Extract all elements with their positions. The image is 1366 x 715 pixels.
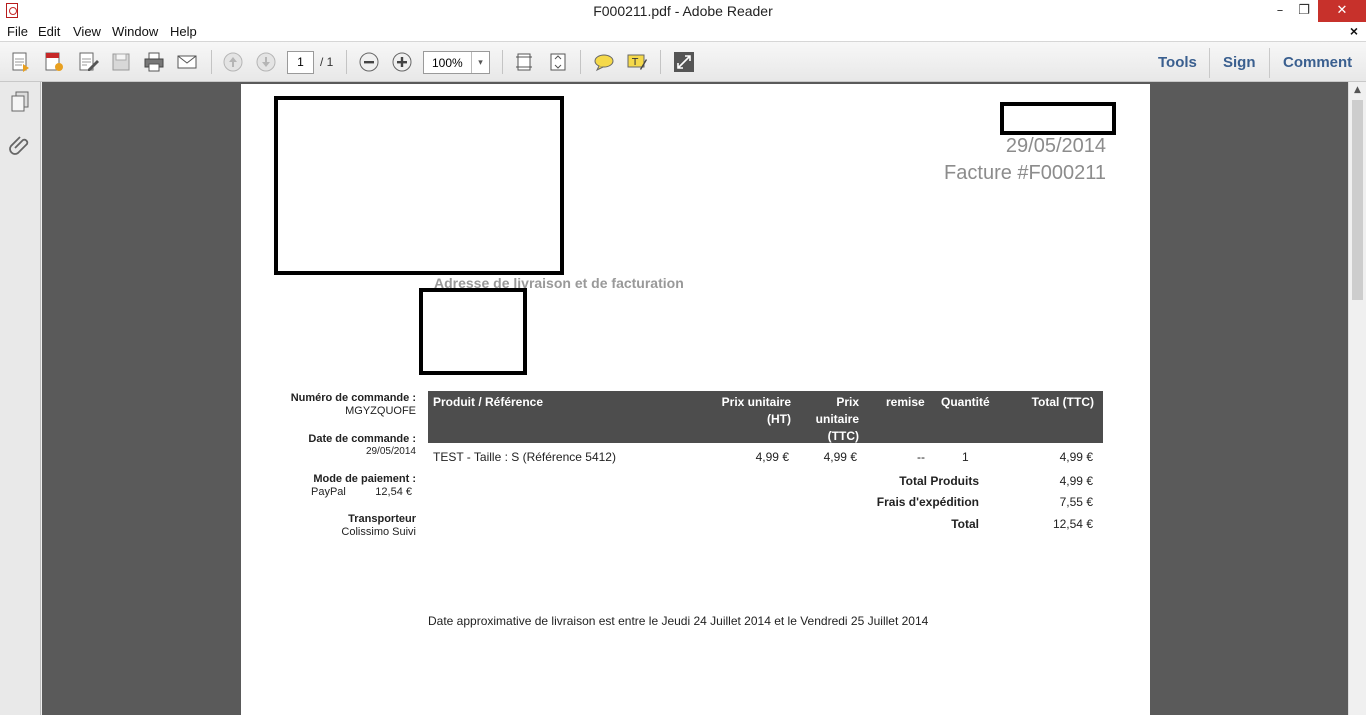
order-number-value: MGYZQUOFE	[345, 405, 416, 417]
zoom-value: 100%	[432, 56, 463, 70]
save-icon[interactable]	[109, 50, 133, 74]
scrolling-mode-icon[interactable]	[512, 50, 536, 74]
menu-help[interactable]: Help	[170, 24, 197, 39]
shipping-value: 7,55 €	[1059, 495, 1093, 509]
invoice-date: 29/05/2014	[1005, 135, 1106, 157]
row-unit-price-ttc: 4,99 €	[823, 450, 857, 464]
comment-icon[interactable]	[592, 50, 616, 74]
close-document-button[interactable]: ×	[1350, 23, 1358, 39]
fit-page-icon[interactable]	[546, 50, 570, 74]
header-unit-price-ht: Prix unitaire (HT)	[722, 394, 791, 428]
vertical-scrollbar[interactable]: ▲	[1348, 82, 1366, 715]
toolbar-separator	[211, 50, 212, 74]
window-title: F000211.pdf - Adobe Reader	[593, 3, 773, 19]
zoom-in-icon[interactable]	[390, 50, 414, 74]
order-number-label: Numéro de commande :	[290, 392, 416, 404]
order-date-block: Date de commande : 29/05/2014	[271, 433, 416, 457]
previous-page-icon[interactable]	[221, 50, 245, 74]
tools-link[interactable]: Tools	[1158, 54, 1197, 71]
carrier-value: Colissimo Suivi	[341, 526, 416, 538]
close-button[interactable]: ✕	[1318, 0, 1366, 22]
grand-total-label: Total	[951, 517, 979, 531]
redacted-header-field	[1000, 102, 1116, 135]
invoice-number: Facture #F000211	[944, 162, 1106, 184]
comment-link[interactable]: Comment	[1283, 54, 1352, 71]
page-thumbnails-icon[interactable]	[8, 90, 32, 114]
menu-file[interactable]: File	[7, 24, 28, 39]
open-file-icon[interactable]	[9, 50, 33, 74]
sign-link[interactable]: Sign	[1223, 54, 1256, 71]
toolbar-separator	[1269, 48, 1270, 78]
menu-view[interactable]: View	[73, 24, 101, 39]
menu-bar: File Edit View Window Help ×	[0, 22, 1366, 42]
zoom-select[interactable]: 100% ▾	[423, 51, 490, 74]
full-screen-icon[interactable]	[672, 50, 696, 74]
attachments-icon[interactable]	[8, 132, 32, 156]
header-unit-price-ht-line1: Prix unitaire	[721, 395, 791, 409]
payment-amount: 12,54 €	[375, 486, 412, 498]
delivery-note: Date approximative de livraison est entr…	[428, 614, 929, 628]
order-number-block: Numéro de commande : MGYZQUOFE	[271, 392, 416, 417]
row-discount: --	[917, 450, 925, 464]
header-unit-price-ttc: Prix unitaire (TTC)	[816, 394, 859, 445]
payment-label: Mode de paiement :	[313, 473, 416, 485]
pdf-page: 29/05/2014 Facture #F000211 Adresse de l…	[241, 84, 1150, 715]
zoom-out-icon[interactable]	[357, 50, 381, 74]
toolbar-separator	[1209, 48, 1210, 78]
header-product: Produit / Référence	[433, 395, 544, 409]
payment-method: PayPal	[311, 486, 346, 498]
header-unit-price-ttc-line2: unitaire	[815, 412, 859, 426]
order-date-label: Date de commande :	[308, 433, 416, 445]
maximize-button[interactable]: ❐	[1290, 0, 1318, 22]
highlight-text-icon[interactable]: T	[625, 50, 649, 74]
chevron-down-icon[interactable]: ▾	[471, 52, 489, 73]
header-quantity: Quantité	[941, 395, 990, 409]
menu-window[interactable]: Window	[112, 24, 158, 39]
print-icon[interactable]	[142, 50, 166, 74]
document-area[interactable]: 29/05/2014 Facture #F000211 Adresse de l…	[42, 82, 1348, 715]
redacted-logo	[274, 96, 564, 275]
next-page-icon[interactable]	[254, 50, 278, 74]
header-discount: remise	[886, 395, 925, 409]
scrollbar-thumb[interactable]	[1352, 100, 1363, 300]
page-number-input[interactable]: 1	[287, 51, 314, 74]
title-bar: F000211.pdf - Adobe Reader – ❐ ✕	[0, 0, 1366, 22]
edit-pdf-icon[interactable]	[76, 50, 100, 74]
toolbar: 1 / 1 100% ▾ T Tools Sign Comment	[0, 42, 1366, 82]
header-unit-price-ht-line2: (HT)	[767, 412, 791, 426]
header-unit-price-ttc-line1: Prix	[836, 395, 859, 409]
total-products-value: 4,99 €	[1059, 474, 1093, 488]
toolbar-separator	[502, 50, 503, 74]
grand-total-value: 12,54 €	[1052, 517, 1093, 531]
create-pdf-icon[interactable]	[42, 50, 66, 74]
row-product: TEST - Taille : S (Référence 5412)	[433, 450, 616, 464]
total-products-label: Total Produits	[899, 474, 979, 488]
row-quantity: 1	[962, 450, 969, 464]
email-icon[interactable]	[175, 50, 199, 74]
menu-edit[interactable]: Edit	[38, 24, 60, 39]
table-header: Produit / Référence Prix unitaire (HT) P…	[428, 391, 1103, 443]
shipping-label: Frais d'expédition	[876, 495, 979, 509]
payment-block: Mode de paiement : PayPal 12,54 €	[271, 473, 416, 498]
toolbar-separator	[580, 50, 581, 74]
header-total: Total (TTC)	[1031, 395, 1094, 409]
scroll-up-icon[interactable]: ▲	[1349, 82, 1366, 99]
carrier-block: Transporteur Colissimo Suivi	[271, 513, 416, 538]
row-total: 4,99 €	[1059, 450, 1093, 464]
row-unit-price-ht: 4,99 €	[755, 450, 789, 464]
svg-text:T: T	[631, 57, 639, 68]
redacted-address	[419, 288, 527, 375]
header-unit-price-ttc-line3: (TTC)	[827, 429, 859, 443]
page-total: / 1	[320, 55, 334, 69]
toolbar-separator	[346, 50, 347, 74]
order-date-value: 29/05/2014	[365, 446, 416, 457]
navigation-panel	[0, 82, 41, 715]
toolbar-separator	[660, 50, 661, 74]
carrier-label: Transporteur	[348, 513, 416, 525]
